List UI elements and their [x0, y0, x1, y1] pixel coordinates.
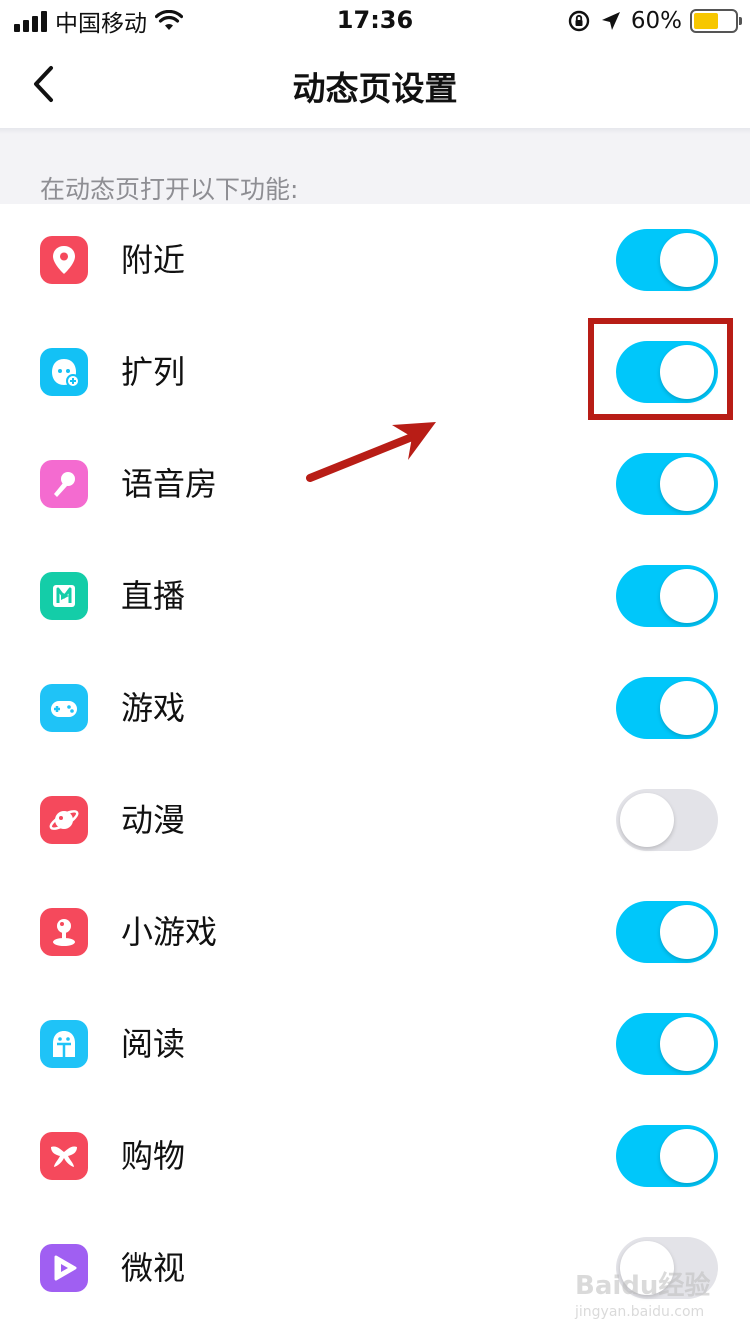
toggle-knob — [660, 233, 714, 287]
toggle-knob — [660, 905, 714, 959]
list-item-label: 附近 — [121, 241, 186, 279]
battery-icon — [690, 9, 742, 33]
nav-bar: 动态页设置 — [0, 40, 750, 128]
toggle-knob — [660, 1017, 714, 1071]
live-n-icon — [40, 572, 88, 620]
list-item-label: 购物 — [121, 1137, 186, 1175]
list-item: 阅读 — [0, 988, 750, 1100]
list-item-label: 直播 — [121, 577, 186, 615]
toggle-switch[interactable] — [616, 1237, 718, 1299]
toggle-switch[interactable] — [616, 677, 718, 739]
list-item-label: 阅读 — [121, 1025, 186, 1063]
list-item: 直播 — [0, 540, 750, 652]
planet-icon — [40, 796, 88, 844]
list-item: 扩列 — [0, 316, 750, 428]
battery-fill — [694, 13, 718, 29]
list-item-label: 微视 — [121, 1249, 186, 1287]
toggle-knob — [660, 1129, 714, 1183]
play-icon — [40, 1244, 88, 1292]
reader-icon — [40, 1020, 88, 1068]
toggle-switch[interactable] — [616, 565, 718, 627]
list-item-label: 小游戏 — [121, 913, 218, 951]
joystick-icon — [40, 908, 88, 956]
section-header: 在动态页打开以下功能: — [0, 128, 750, 204]
toggle-switch[interactable] — [616, 901, 718, 963]
toggle-knob — [660, 345, 714, 399]
location-pin-icon — [40, 236, 88, 284]
battery-percent: 60% — [630, 8, 682, 34]
list-item: 游戏 — [0, 652, 750, 764]
toggle-knob — [620, 793, 674, 847]
toggle-switch[interactable] — [616, 1013, 718, 1075]
list-item-label: 语音房 — [121, 465, 218, 503]
location-arrow-icon — [601, 12, 620, 30]
list-item: 语音房 — [0, 428, 750, 540]
toggle-switch[interactable] — [616, 789, 718, 851]
shopping-bow-icon — [40, 1132, 88, 1180]
section-label: 在动态页打开以下功能: — [40, 175, 299, 204]
toggle-switch[interactable] — [616, 1125, 718, 1187]
gamepad-icon — [40, 684, 88, 732]
settings-list: 附近扩列语音房直播游戏动漫小游戏阅读购物微视 — [0, 204, 750, 1324]
list-item: 小游戏 — [0, 876, 750, 988]
toggle-switch[interactable] — [616, 453, 718, 515]
toggle-knob — [660, 681, 714, 735]
page-title: 动态页设置 — [292, 69, 458, 108]
toggle-knob — [660, 457, 714, 511]
toggle-knob — [620, 1241, 674, 1295]
microphone-icon — [40, 460, 88, 508]
toggle-switch[interactable] — [616, 229, 718, 291]
face-add-icon — [40, 348, 88, 396]
list-item: 动漫 — [0, 764, 750, 876]
list-item: 购物 — [0, 1100, 750, 1212]
list-item-label: 扩列 — [121, 353, 186, 391]
status-bar: 中国移动 17:36 60% — [0, 0, 750, 40]
list-item: 微视 — [0, 1212, 750, 1324]
list-item-label: 游戏 — [121, 689, 186, 727]
toggle-switch[interactable] — [616, 341, 718, 403]
status-right: 60% — [567, 6, 742, 36]
list-item-label: 动漫 — [121, 801, 186, 839]
orientation-lock-icon — [568, 10, 590, 32]
list-item: 附近 — [0, 204, 750, 316]
toggle-knob — [660, 569, 714, 623]
